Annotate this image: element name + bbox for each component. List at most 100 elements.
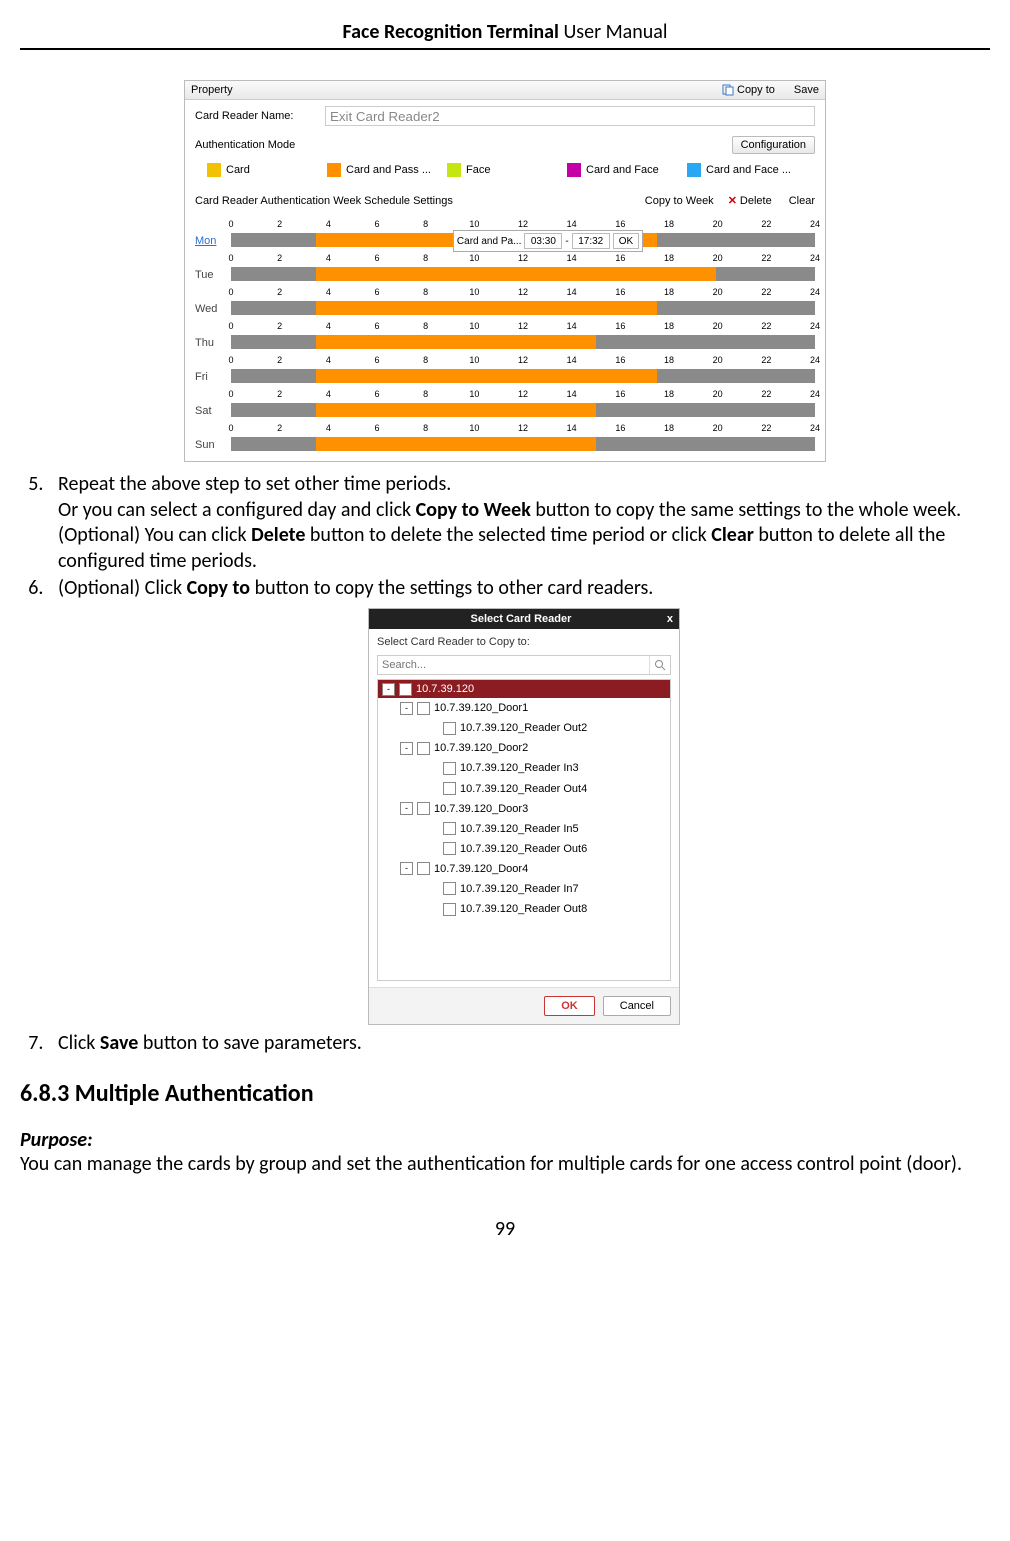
hour-tick: 24 [810, 287, 820, 297]
node-checkbox[interactable] [417, 702, 430, 715]
collapse-icon[interactable]: - [400, 702, 413, 715]
close-icon[interactable]: x [667, 612, 673, 626]
tree-node[interactable]: 10.7.39.120_Reader Out2 [378, 718, 670, 738]
hour-tick: 6 [374, 219, 379, 229]
node-checkbox[interactable] [443, 822, 456, 835]
tree-root[interactable]: - 10.7.39.120 [378, 680, 670, 698]
node-checkbox[interactable] [443, 903, 456, 916]
collapse-icon[interactable]: - [400, 802, 413, 815]
hour-tick: 18 [664, 389, 674, 399]
configuration-button[interactable]: Configuration [732, 136, 815, 154]
hour-tick: 14 [567, 355, 577, 365]
hour-tick: 20 [713, 355, 723, 365]
dialog-title: Select Card Reader [375, 612, 667, 626]
schedule-segment[interactable] [316, 335, 596, 349]
delete-button[interactable]: ✕ Delete [728, 194, 772, 207]
node-checkbox[interactable] [417, 742, 430, 755]
copy-to-week-button[interactable]: Copy to Week [642, 195, 714, 207]
schedule-track[interactable]: Card and Pa...03:30-17:32OK [231, 233, 815, 247]
schedule-segment[interactable] [316, 403, 596, 417]
day-label[interactable]: Thu [195, 337, 231, 349]
clear-button[interactable]: Clear [786, 195, 815, 207]
schedule-segment[interactable] [316, 437, 596, 451]
search-icon[interactable] [649, 656, 670, 674]
schedule-track[interactable] [231, 369, 815, 383]
legend-label: Card and Face ... [706, 164, 791, 176]
copy-to-week-label: Copy to Week [645, 195, 714, 207]
day-label[interactable]: Sun [195, 439, 231, 451]
tree-node[interactable]: -10.7.39.120_Door2 [378, 738, 670, 758]
purpose-label: Purpose: [20, 1128, 990, 1152]
schedule-track[interactable] [231, 335, 815, 349]
hour-tick: 12 [518, 321, 528, 331]
copy-to-button[interactable]: Copy to [722, 84, 775, 96]
legend-item: Card and Face ... [687, 163, 807, 177]
cancel-button[interactable]: Cancel [603, 996, 671, 1016]
hour-tick: 16 [615, 321, 625, 331]
legend-item: Card and Face [567, 163, 687, 177]
start-time-input[interactable]: 03:30 [524, 233, 562, 249]
schedule-segment[interactable] [316, 301, 658, 315]
tree-node[interactable]: 10.7.39.120_Reader In5 [378, 819, 670, 839]
hour-tick: 20 [713, 287, 723, 297]
hour-tick: 20 [713, 253, 723, 263]
auth-legend: CardCard and Pass ...FaceCard and FaceCa… [185, 158, 825, 188]
hour-tick: 16 [615, 355, 625, 365]
schedule-segment[interactable] [316, 369, 658, 383]
node-checkbox[interactable] [443, 722, 456, 735]
clear-label: Clear [789, 195, 815, 207]
purpose-text: You can manage the cards by group and se… [20, 1152, 990, 1178]
node-label: 10.7.39.120_Reader Out6 [460, 842, 587, 856]
ok-button[interactable]: OK [544, 996, 595, 1016]
tree-node[interactable]: 10.7.39.120_Reader Out8 [378, 899, 670, 919]
node-checkbox[interactable] [417, 802, 430, 815]
node-label: 10.7.39.120_Reader Out4 [460, 782, 587, 796]
day-label[interactable]: Sat [195, 405, 231, 417]
node-checkbox[interactable] [443, 782, 456, 795]
schedule-track[interactable] [231, 403, 815, 417]
node-checkbox[interactable] [443, 882, 456, 895]
node-checkbox[interactable] [443, 762, 456, 775]
hour-tick: 12 [518, 219, 528, 229]
tree-node[interactable]: 10.7.39.120_Reader In7 [378, 879, 670, 899]
header-rest: User Manual [559, 20, 668, 44]
search-input[interactable] [378, 656, 649, 674]
collapse-icon[interactable]: - [400, 862, 413, 875]
schedule-track[interactable] [231, 437, 815, 451]
collapse-icon[interactable]: - [382, 683, 395, 696]
tree-node[interactable]: -10.7.39.120_Door4 [378, 859, 670, 879]
schedule-segment[interactable] [316, 267, 716, 281]
hour-tick: 18 [664, 423, 674, 433]
tree-node[interactable]: -10.7.39.120_Door1 [378, 698, 670, 718]
tree-node[interactable]: 10.7.39.120_Reader Out4 [378, 779, 670, 799]
hour-tick: 4 [326, 321, 331, 331]
node-checkbox[interactable] [443, 842, 456, 855]
day-label[interactable]: Tue [195, 269, 231, 281]
hour-tick: 22 [761, 423, 771, 433]
legend-swatch [567, 163, 581, 177]
hour-tick: 2 [277, 389, 282, 399]
tree-node[interactable]: 10.7.39.120_Reader In3 [378, 758, 670, 778]
hour-tick: 2 [277, 321, 282, 331]
day-label[interactable]: Mon [195, 235, 231, 247]
root-checkbox[interactable] [399, 683, 412, 696]
legend-label: Face [466, 164, 490, 176]
hour-tick: 18 [664, 321, 674, 331]
tree-node[interactable]: 10.7.39.120_Reader Out6 [378, 839, 670, 859]
schedule-track[interactable] [231, 267, 815, 281]
tree-node[interactable]: -10.7.39.120_Door3 [378, 799, 670, 819]
day-label[interactable]: Wed [195, 303, 231, 315]
popup-ok-button[interactable]: OK [613, 233, 639, 249]
hour-tick: 22 [761, 355, 771, 365]
node-checkbox[interactable] [417, 862, 430, 875]
hour-tick: 14 [567, 321, 577, 331]
hour-tick: 2 [277, 219, 282, 229]
day-label[interactable]: Fri [195, 371, 231, 383]
save-button[interactable]: Save [791, 84, 819, 96]
hour-tick: 20 [713, 423, 723, 433]
reader-name-input[interactable] [325, 106, 815, 126]
hour-tick: 12 [518, 287, 528, 297]
collapse-icon[interactable]: - [400, 742, 413, 755]
schedule-track[interactable] [231, 301, 815, 315]
end-time-input[interactable]: 17:32 [572, 233, 610, 249]
